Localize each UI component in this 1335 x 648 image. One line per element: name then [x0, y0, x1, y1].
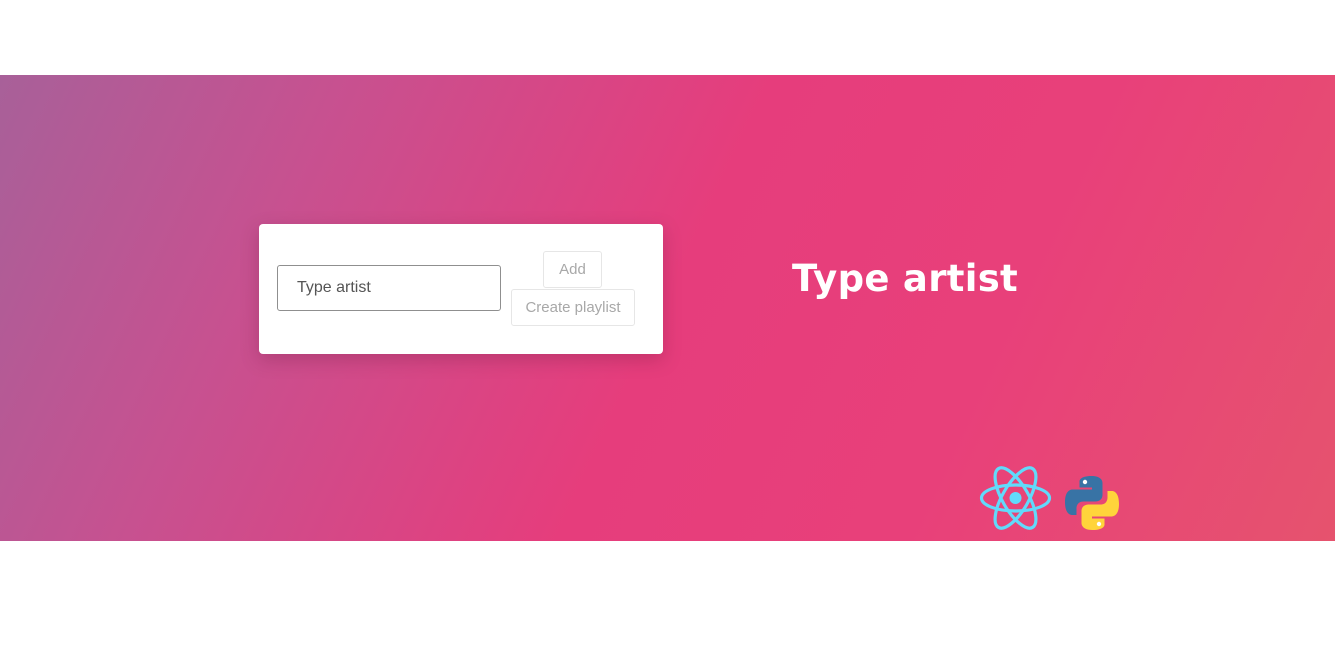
- artist-input[interactable]: [277, 265, 501, 311]
- playlist-form-card: Add Create playlist: [259, 224, 663, 354]
- create-playlist-button[interactable]: Create playlist: [511, 289, 635, 326]
- page: Add Create playlist Type artist: [0, 0, 1335, 648]
- hero-banner: Add Create playlist Type artist: [0, 75, 1335, 541]
- add-button[interactable]: Add: [543, 251, 602, 288]
- python-logo-icon: [1065, 476, 1119, 530]
- artist-heading: Type artist: [792, 257, 1019, 300]
- react-logo-icon: [979, 466, 1052, 530]
